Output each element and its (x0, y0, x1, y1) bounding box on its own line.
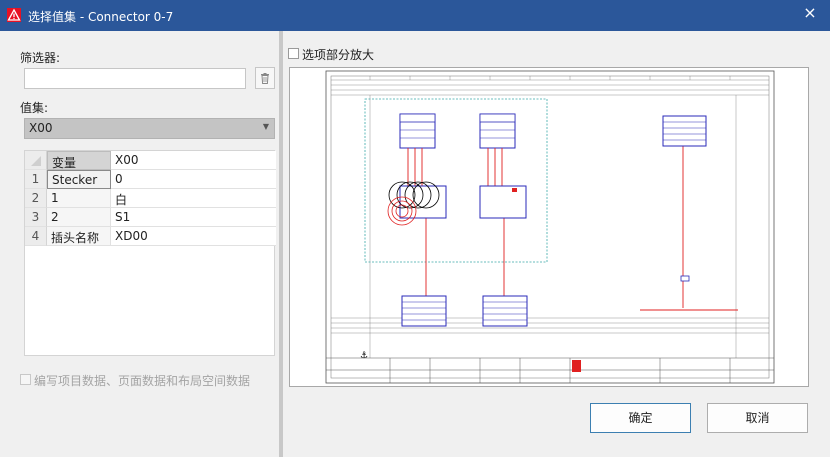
zoom-part-checkbox[interactable] (288, 48, 299, 59)
window-title: 选择值集 - Connector 0-7 (28, 10, 174, 24)
value-cell[interactable]: 0 (111, 170, 276, 189)
variables-table[interactable]: 变量 X00 1 Stecker 0 2 1 白 3 2 S1 4 插头名称 X… (24, 150, 276, 356)
filter-label: 筛选器: (20, 51, 61, 65)
title-bar: 选择值集 - Connector 0-7 × (0, 0, 830, 31)
table-header-row: 变量 X00 (25, 151, 276, 170)
select-all-corner-icon (30, 156, 41, 166)
table-corner (25, 151, 47, 170)
close-button[interactable]: × (798, 3, 822, 23)
ok-button[interactable]: 确定 (590, 403, 691, 433)
column-header-value[interactable]: X00 (111, 151, 276, 170)
table-row[interactable]: 1 Stecker 0 (25, 170, 276, 189)
variable-cell[interactable]: 2 (47, 208, 111, 227)
right-panel: 选项部分放大 ⚓ 确定 取消 (283, 31, 830, 457)
variable-cell[interactable]: Stecker (47, 170, 111, 189)
left-panel: 筛选器: 值集: X00 ▼ 变量 X00 1 Stecker 0 2 1 白 … (0, 31, 279, 457)
valueset-label: 值集: (20, 101, 49, 115)
table-row[interactable]: 4 插头名称 XD00 (25, 227, 276, 246)
write-project-data-checkbox[interactable] (20, 374, 31, 385)
svg-text:⚓: ⚓ (360, 351, 368, 361)
row-number: 2 (25, 189, 47, 208)
value-cell[interactable]: XD00 (111, 227, 276, 246)
variable-cell[interactable]: 插头名称 (47, 227, 111, 246)
row-number: 4 (25, 227, 47, 246)
row-number: 3 (25, 208, 47, 227)
clear-filter-button[interactable] (255, 67, 275, 89)
value-cell[interactable]: S1 (111, 208, 276, 227)
valueset-selected-value: X00 (29, 121, 53, 135)
valueset-select[interactable]: X00 ▼ (24, 118, 275, 139)
schematic-drawing: ⚓ (325, 70, 775, 384)
variable-cell[interactable]: 1 (47, 189, 111, 208)
table-row[interactable]: 3 2 S1 (25, 208, 276, 227)
cancel-button[interactable]: 取消 (707, 403, 808, 433)
column-header-variable[interactable]: 变量 (47, 151, 111, 170)
table-row[interactable]: 2 1 白 (25, 189, 276, 208)
write-project-data-label: 编写项目数据、页面数据和布局空间数据 (34, 374, 251, 388)
filter-input[interactable] (24, 68, 246, 89)
schematic-preview: ⚓ (289, 67, 809, 387)
value-cell[interactable]: 白 (111, 189, 276, 208)
chevron-down-icon: ▼ (262, 122, 269, 131)
row-number: 1 (25, 170, 47, 189)
zoom-part-label: 选项部分放大 (302, 48, 375, 62)
warning-icon (7, 8, 21, 22)
trash-icon (261, 72, 269, 84)
